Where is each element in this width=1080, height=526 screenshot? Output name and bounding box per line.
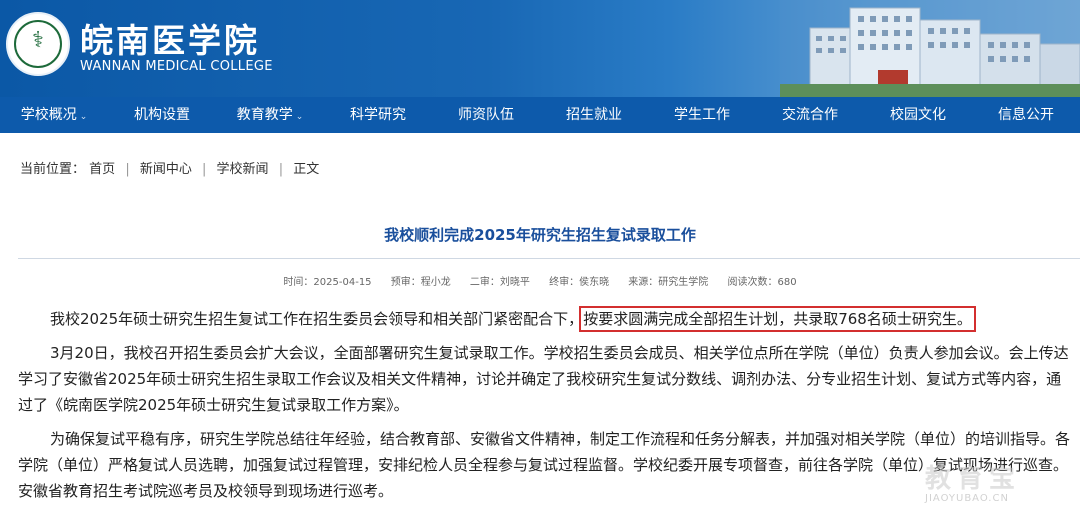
nav-item-admissions[interactable]: 招生就业: [540, 97, 648, 133]
chevron-down-icon: ⌄: [79, 112, 88, 122]
paragraph-3: 为确保复试平稳有序，研究生学院总结往年经验，结合教育部、安徽省文件精神，制定工作…: [18, 430, 1071, 500]
school-name-cn[interactable]: 皖南医学院: [80, 14, 260, 62]
meta-review1: 预审：程小龙: [390, 277, 451, 288]
meta-time: 时间：2025-04-15: [283, 277, 372, 288]
breadcrumb-separator: |: [125, 162, 130, 177]
watermark-en: JIAOYUBAO.CN: [925, 493, 1009, 504]
breadcrumb: 当前位置： 首页 | 新闻中心 | 学校新闻 | 正文: [20, 158, 319, 177]
watermark-cn: 教育宝: [925, 464, 1022, 494]
nav-item-school-overview[interactable]: 学校概况 ⌄: [0, 97, 108, 133]
meta-views: 阅读次数：680: [727, 277, 797, 288]
college-logo-icon[interactable]: ⚕: [6, 12, 70, 76]
article-title: 我校顺利完成2025年研究生招生复试录取工作: [384, 226, 696, 244]
nav-item-organization[interactable]: 机构设置: [108, 97, 216, 133]
breadcrumb-home[interactable]: 首页: [89, 162, 115, 177]
nav-item-information-disclosure[interactable]: 信息公开: [972, 97, 1080, 133]
site-header: ⚕ 皖南医学院 WANNAN MEDICAL COLLEGE: [0, 0, 1080, 97]
paragraph-2: 3月20日，我校召开招生委员会扩大会议，全面部署研究生复试录取工作。学校招生委员…: [18, 344, 1069, 414]
nav-item-exchange[interactable]: 交流合作: [756, 97, 864, 133]
highlighted-sentence: 按要求圆满完成全部招生计划，共录取768名硕士研究生。: [579, 306, 976, 332]
watermark: 教育宝 JIAOYUBAO.CN: [925, 458, 1021, 504]
campus-building-image: [780, 0, 1080, 97]
nav-item-research[interactable]: 科学研究: [324, 97, 432, 133]
chevron-down-icon: ⌄: [295, 112, 304, 122]
article-body: 我校2025年硕士研究生招生复试工作在招生委员会领导和相关部门紧密配合下，按要求…: [18, 306, 1076, 512]
breadcrumb-current: 正文: [293, 162, 320, 177]
breadcrumb-separator: |: [278, 162, 284, 177]
breadcrumb-news-center[interactable]: 新闻中心: [140, 162, 192, 177]
title-divider: [18, 258, 1080, 259]
breadcrumb-school-news[interactable]: 学校新闻: [217, 162, 269, 177]
nav-item-faculty[interactable]: 师资队伍: [432, 97, 540, 133]
breadcrumb-prefix: 当前位置：: [20, 162, 86, 177]
article-meta: 时间：2025-04-15 预审：程小龙 二审：刘晓平 终审：侯东晓 来源：研究…: [0, 273, 1080, 288]
main-nav: 学校概况 ⌄ 机构设置 教育教学 ⌄ 科学研究 师资队伍 招生就业 学生工作 交流合…: [0, 97, 1080, 133]
meta-source: 来源：研究生学院: [628, 277, 709, 288]
meta-review3: 终审：侯东晓: [549, 277, 610, 288]
paragraph-1: 我校2025年硕士研究生招生复试工作在招生委员会领导和相关部门紧密配合下，按要求…: [50, 306, 976, 332]
nav-item-campus-culture[interactable]: 校园文化: [864, 97, 972, 133]
nav-item-education[interactable]: 教育教学 ⌄: [216, 97, 324, 133]
school-name-en: WANNAN MEDICAL COLLEGE: [80, 59, 273, 74]
breadcrumb-separator: |: [202, 162, 207, 177]
nav-item-student-affairs[interactable]: 学生工作: [648, 97, 756, 133]
meta-review2: 二审：刘晓平: [469, 277, 530, 288]
